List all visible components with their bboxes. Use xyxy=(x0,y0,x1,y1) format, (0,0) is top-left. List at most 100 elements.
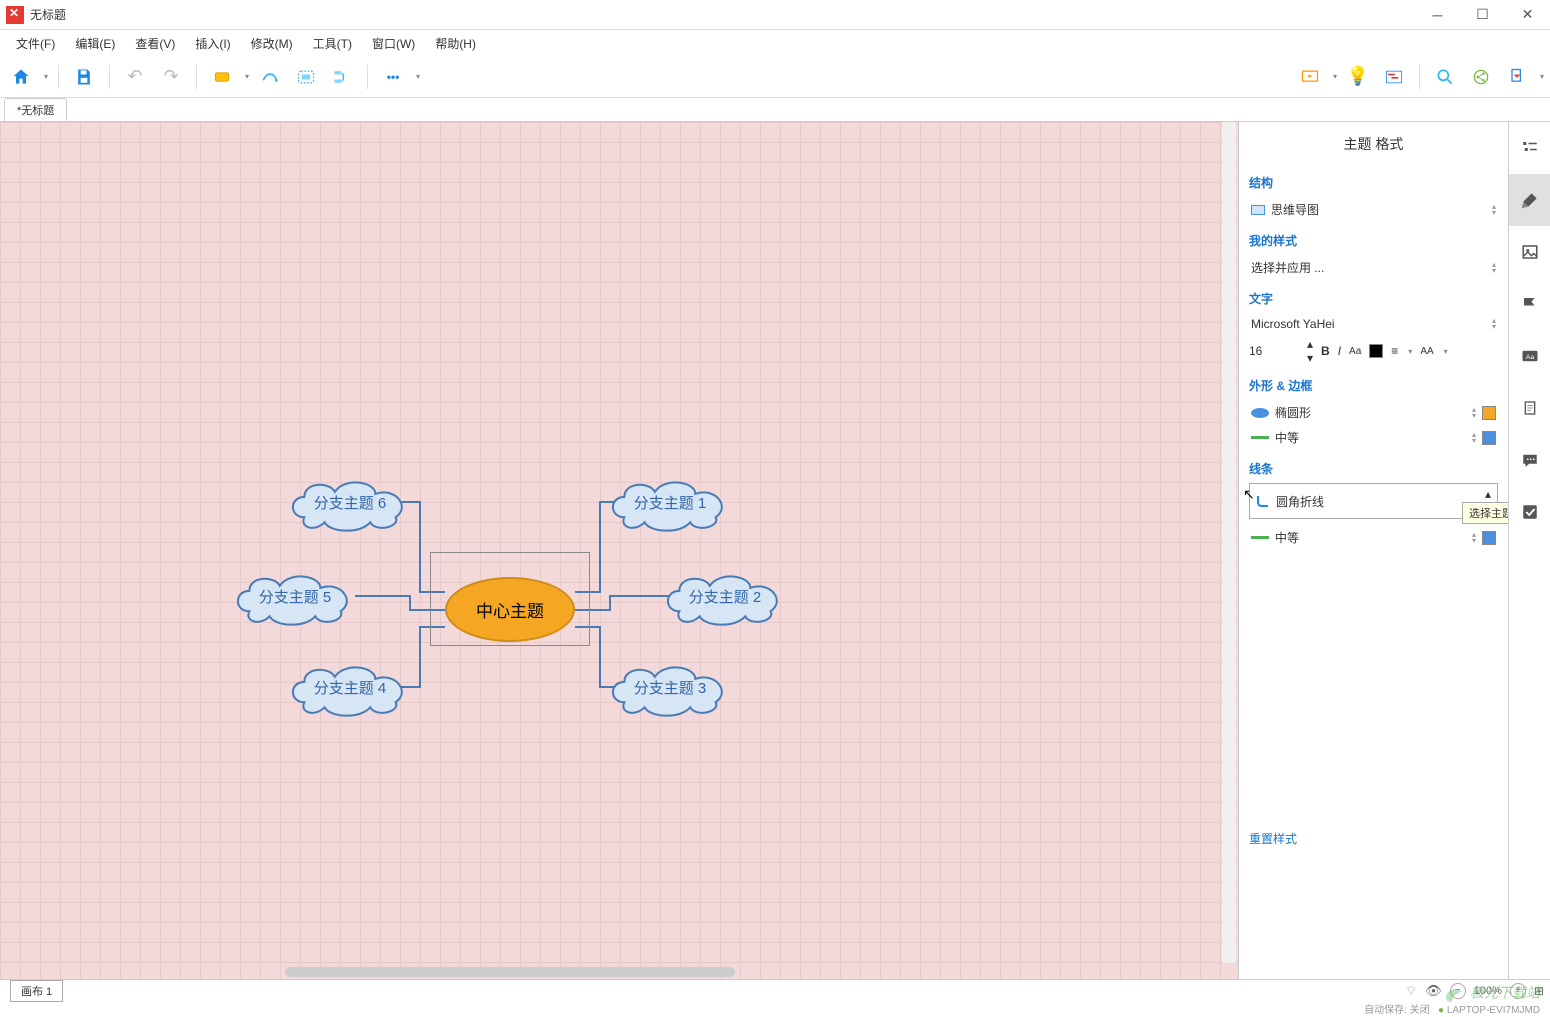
updown-icon[interactable]: ▴▾ xyxy=(1472,432,1476,444)
branch-label: 分支主题 2 xyxy=(689,586,762,607)
italic-button[interactable]: I xyxy=(1338,344,1341,358)
align-button[interactable]: ≡ xyxy=(1391,344,1398,358)
more-dropdown-icon[interactable]: ▾ xyxy=(416,72,420,81)
minimize-button[interactable]: ─ xyxy=(1415,0,1460,30)
undo-button[interactable]: ↶ xyxy=(120,62,150,92)
relationship-button[interactable] xyxy=(255,62,285,92)
structure-value: 思维导图 xyxy=(1271,201,1319,218)
menu-modify[interactable]: 修改(M) xyxy=(241,32,303,55)
autosave-status: 自动保存: 关闭 xyxy=(1364,1005,1430,1016)
gantt-button[interactable] xyxy=(1379,62,1409,92)
branch-label: 分支主题 1 xyxy=(634,492,707,513)
presentation-dropdown-icon[interactable]: ▾ xyxy=(1333,72,1337,81)
shape-color-swatch[interactable] xyxy=(1482,406,1496,420)
font-family-field[interactable]: Microsoft YaHei ▴▾ xyxy=(1249,313,1498,335)
menu-view[interactable]: 查看(V) xyxy=(125,32,185,55)
horizontal-scrollbar[interactable] xyxy=(285,967,735,977)
canvas[interactable]: 中心主题 分支主题 1 分支主题 2 分支主题 3 分支主题 4 分支主题 5 … xyxy=(0,122,1238,979)
branch-topic-2[interactable]: 分支主题 2 xyxy=(660,571,790,621)
tab-format[interactable] xyxy=(1509,174,1550,226)
window-title: 无标题 xyxy=(30,6,1415,23)
branch-topic-3[interactable]: 分支主题 3 xyxy=(605,662,735,712)
line-weight-icon xyxy=(1251,436,1269,439)
line-style-combo[interactable]: 圆角折线 ▴▾ 选择主题同其子主题 xyxy=(1249,483,1498,519)
updown-icon[interactable]: ▴▾ xyxy=(1492,318,1496,330)
export-button[interactable] xyxy=(1502,62,1532,92)
line-color-swatch[interactable] xyxy=(1482,531,1496,545)
menu-window[interactable]: 窗口(W) xyxy=(362,32,425,55)
more-button[interactable]: ••• xyxy=(378,62,408,92)
document-tab[interactable]: *无标题 xyxy=(4,98,67,121)
summary-button[interactable] xyxy=(327,62,357,92)
align-dropdown-icon[interactable]: ▾ xyxy=(1408,347,1412,356)
home-button[interactable] xyxy=(6,62,36,92)
boundary-button[interactable] xyxy=(291,62,321,92)
tab-label[interactable]: Aa xyxy=(1509,330,1550,382)
topic-button[interactable] xyxy=(207,62,237,92)
font-aa-button[interactable]: AA xyxy=(1420,346,1433,357)
menu-file[interactable]: 文件(F) xyxy=(6,32,65,55)
export-dropdown-icon[interactable]: ▾ xyxy=(1540,72,1544,81)
tab-notes[interactable] xyxy=(1509,382,1550,434)
shape-field[interactable]: 椭圆形 ▴▾ xyxy=(1249,400,1498,425)
text-color-swatch[interactable] xyxy=(1369,344,1383,358)
tab-task[interactable] xyxy=(1509,486,1550,538)
updown-icon[interactable]: ▴▾ xyxy=(1472,407,1476,419)
close-button[interactable]: ✕ xyxy=(1505,0,1550,30)
branch-topic-5[interactable]: 分支主题 5 xyxy=(230,571,360,621)
updown-icon[interactable]: ▴▾ xyxy=(1492,204,1496,216)
reset-style-link[interactable]: 重置样式 xyxy=(1249,830,1498,847)
font-size-value[interactable]: 16 xyxy=(1249,344,1299,358)
border-color-swatch[interactable] xyxy=(1482,431,1496,445)
menu-tools[interactable]: 工具(T) xyxy=(303,32,362,55)
branch-label: 分支主题 3 xyxy=(634,677,707,698)
style-field[interactable]: 选择并应用 ... ▴▾ xyxy=(1249,255,1498,280)
menu-help[interactable]: 帮助(H) xyxy=(425,32,486,55)
line-style-icon xyxy=(1256,494,1270,508)
tab-image[interactable] xyxy=(1509,226,1550,278)
filter-icon[interactable]: ⌔ xyxy=(1405,983,1417,999)
menu-insert[interactable]: 插入(I) xyxy=(185,32,240,55)
updown-icon[interactable]: ▴▾ xyxy=(1492,262,1496,274)
watermark-text: 极光下载站 xyxy=(1470,985,1540,1001)
central-topic[interactable]: 中心主题 xyxy=(445,577,575,642)
branch-topic-1[interactable]: 分支主题 1 xyxy=(605,477,735,527)
tab-marker[interactable] xyxy=(1509,278,1550,330)
branch-topic-6[interactable]: 分支主题 6 xyxy=(285,477,415,527)
ellipse-icon xyxy=(1251,408,1269,418)
bold-button[interactable]: B xyxy=(1321,344,1330,358)
structure-field[interactable]: 思维导图 ▴▾ xyxy=(1249,197,1498,222)
maximize-button[interactable]: ☐ xyxy=(1460,0,1505,30)
updown-icon[interactable]: ▴▾ xyxy=(1472,532,1476,544)
host-name: LAPTOP-EVI7MJMD xyxy=(1447,1005,1540,1016)
line-weight-field[interactable]: 中等 ▴▾ xyxy=(1249,525,1498,550)
redo-button[interactable]: ↷ xyxy=(156,62,186,92)
vertical-scrollbar[interactable] xyxy=(1222,122,1236,963)
menu-edit[interactable]: 编辑(E) xyxy=(65,32,125,55)
home-dropdown-icon[interactable]: ▾ xyxy=(44,72,48,81)
shape-head: 外形 & 边框 xyxy=(1249,377,1498,394)
search-button[interactable] xyxy=(1430,62,1460,92)
branch-topic-4[interactable]: 分支主题 4 xyxy=(285,662,415,712)
case-button[interactable]: Aa xyxy=(1349,346,1361,357)
structure-head: 结构 xyxy=(1249,174,1498,191)
watermark: 极光下载站 xyxy=(1442,982,1540,1006)
app-icon xyxy=(6,6,24,24)
branch-label: 分支主题 6 xyxy=(314,492,387,513)
updown-icon[interactable]: ▴▾ xyxy=(1307,337,1313,365)
presentation-button[interactable] xyxy=(1295,62,1325,92)
share-button[interactable] xyxy=(1466,62,1496,92)
topic-dropdown-icon[interactable]: ▾ xyxy=(245,72,249,81)
aa-dropdown-icon[interactable]: ▾ xyxy=(1444,347,1448,356)
tab-comments[interactable] xyxy=(1509,434,1550,486)
menubar: 文件(F) 编辑(E) 查看(V) 插入(I) 修改(M) 工具(T) 窗口(W… xyxy=(0,30,1550,56)
style-value: 选择并应用 ... xyxy=(1251,259,1324,276)
line-weight-icon xyxy=(1251,536,1269,539)
canvas-sheet-tab[interactable]: 画布 1 xyxy=(10,980,63,1002)
brainstorm-button[interactable]: 💡 xyxy=(1343,62,1373,92)
shape-value: 椭圆形 xyxy=(1275,404,1311,421)
save-button[interactable] xyxy=(69,62,99,92)
border-field[interactable]: 中等 ▴▾ xyxy=(1249,425,1498,450)
eye-icon[interactable]: 👁 xyxy=(1425,983,1442,999)
tab-outline[interactable] xyxy=(1509,122,1550,174)
